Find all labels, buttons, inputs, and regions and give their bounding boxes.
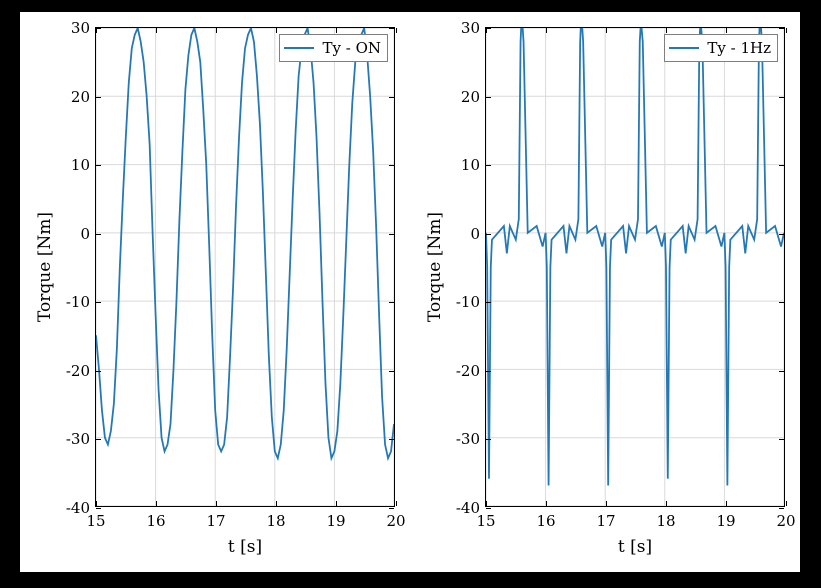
right-plot-svg <box>486 28 784 506</box>
y-tick-label: -10 <box>456 293 480 311</box>
legend-line-icon <box>284 47 314 49</box>
left-ylabel: Torque [Nm] <box>35 212 55 322</box>
y-tick-label: 20 <box>71 88 90 106</box>
x-tick-label: 18 <box>266 512 285 530</box>
right-plot: Ty - 1Hz -40-30-20-100102030151617181920 <box>485 27 785 507</box>
left-xlabel: t [s] <box>95 537 395 557</box>
left-plot: Ty - ON -40-30-20-100102030151617181920 <box>95 27 395 507</box>
x-tick-label: 16 <box>146 512 165 530</box>
x-tick-label: 19 <box>326 512 345 530</box>
y-tick-label: 20 <box>461 88 480 106</box>
y-tick-label: 10 <box>71 156 90 174</box>
y-tick-label: 0 <box>470 225 480 243</box>
legend-label: Ty - ON <box>322 39 381 57</box>
x-tick-label: 17 <box>206 512 225 530</box>
x-tick-label: 19 <box>716 512 735 530</box>
left-plot-svg <box>96 28 394 506</box>
right-xlabel: t [s] <box>485 537 785 557</box>
x-tick-label: 20 <box>386 512 405 530</box>
legend-line-icon <box>669 47 699 49</box>
left-legend: Ty - ON <box>279 34 388 62</box>
y-tick-label: -20 <box>456 362 480 380</box>
x-tick-label: 15 <box>86 512 105 530</box>
y-tick-label: -10 <box>66 293 90 311</box>
x-tick-label: 18 <box>656 512 675 530</box>
y-tick-label: -20 <box>66 362 90 380</box>
y-tick-label: -30 <box>66 430 90 448</box>
y-tick-label: 30 <box>461 19 480 37</box>
right-ylabel: Torque [Nm] <box>425 212 445 322</box>
y-tick-label: 30 <box>71 19 90 37</box>
x-tick-label: 20 <box>776 512 795 530</box>
y-tick-label: 10 <box>461 156 480 174</box>
chart-canvas: Ty - ON -40-30-20-100102030151617181920 … <box>20 12 800 572</box>
legend-label: Ty - 1Hz <box>707 39 771 57</box>
y-tick-label: 0 <box>80 225 90 243</box>
y-tick-label: -30 <box>456 430 480 448</box>
x-tick-label: 16 <box>536 512 555 530</box>
right-legend: Ty - 1Hz <box>664 34 778 62</box>
x-tick-label: 15 <box>476 512 495 530</box>
x-tick-label: 17 <box>596 512 615 530</box>
